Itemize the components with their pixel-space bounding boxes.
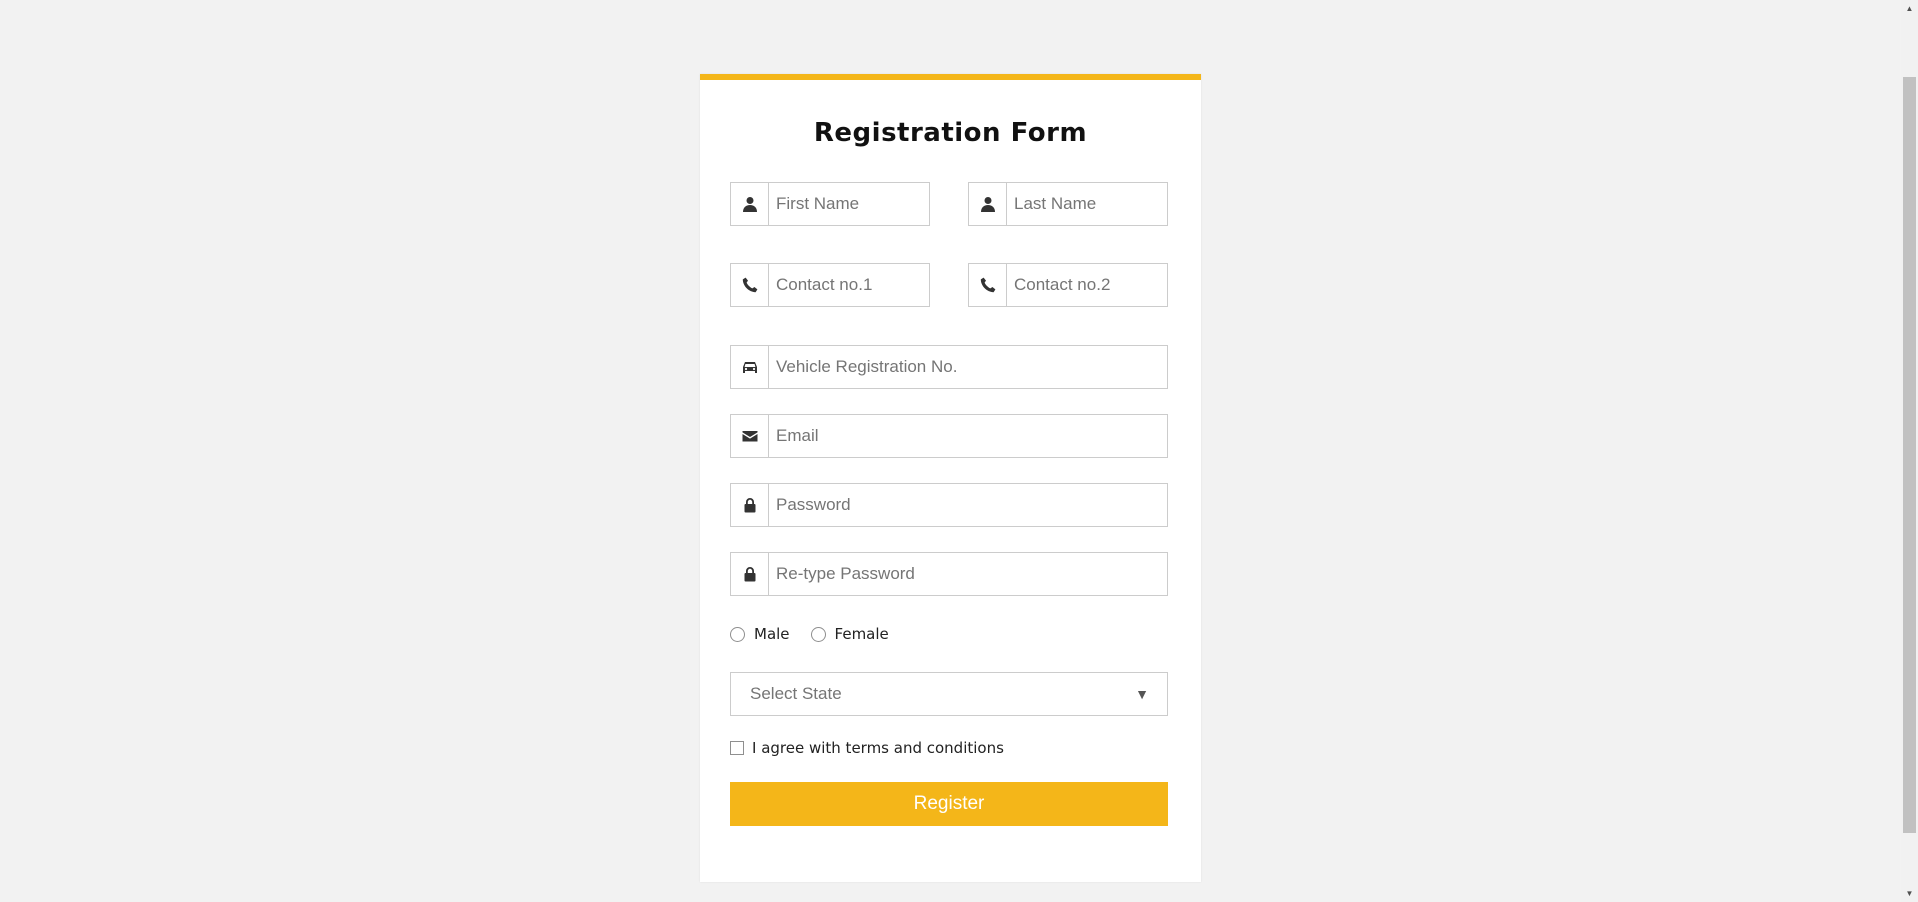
phone-icon (731, 264, 769, 306)
phone-icon (969, 264, 1007, 306)
vehicle-field (730, 345, 1168, 389)
contact-2-input[interactable] (1007, 264, 1167, 306)
registration-card: Registration Form First Name Last Name C… (700, 74, 1201, 882)
retype-password-field (730, 552, 1168, 596)
contact-1-input[interactable] (769, 264, 929, 306)
contact-2-field (968, 263, 1168, 307)
lock-icon (731, 484, 769, 526)
email-input[interactable] (769, 415, 1167, 457)
email-field (730, 414, 1168, 458)
male-radio[interactable] (730, 626, 745, 642)
gender-group: Male Female (730, 624, 910, 644)
state-select[interactable]: Select State ▼ (730, 672, 1168, 716)
envelope-icon (731, 415, 769, 457)
terms-agreement[interactable]: I agree with terms and conditions (730, 738, 1004, 758)
password-input[interactable] (769, 484, 1167, 526)
first-name-input[interactable] (769, 183, 929, 225)
vertical-scrollbar[interactable]: ▲ ▼ (1901, 0, 1918, 902)
car-icon (731, 346, 769, 388)
last-name-input[interactable] (1007, 183, 1167, 225)
register-button[interactable]: Register (730, 782, 1168, 826)
first-name-field (730, 182, 930, 226)
lock-icon (731, 553, 769, 595)
gender-male-option[interactable]: Male (730, 625, 790, 643)
terms-checkbox[interactable] (730, 741, 744, 755)
gender-female-option[interactable]: Female (810, 625, 889, 643)
last-name-field (968, 182, 1168, 226)
female-label: Female (834, 625, 889, 643)
female-radio[interactable] (810, 626, 826, 642)
user-icon (969, 183, 1007, 225)
state-select-value: Select State (750, 684, 842, 703)
terms-label: I agree with terms and conditions (752, 739, 1004, 757)
caret-down-icon: ▼ (1135, 686, 1149, 702)
user-icon (731, 183, 769, 225)
male-label: Male (754, 625, 790, 643)
scrollbar-thumb[interactable] (1903, 77, 1916, 833)
vehicle-registration-input[interactable] (769, 346, 1167, 388)
page: Registration Form First Name Last Name C… (0, 0, 1918, 902)
password-field (730, 483, 1168, 527)
scroll-up-arrow-icon[interactable]: ▲ (1901, 0, 1918, 17)
scroll-down-arrow-icon[interactable]: ▼ (1901, 885, 1918, 902)
form-title: Registration Form (813, 118, 1088, 148)
retype-password-input[interactable] (769, 553, 1167, 595)
contact-1-field (730, 263, 930, 307)
